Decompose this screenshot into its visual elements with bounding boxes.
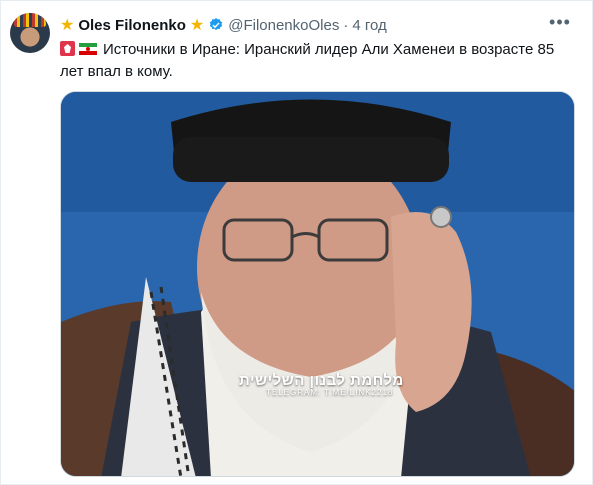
red-flag-icon <box>60 41 75 57</box>
post-time[interactable]: 4 год <box>352 17 386 34</box>
star-icon: ★ <box>189 17 205 34</box>
tweet-media-photo[interactable]: מלחמת לבנון השלישית TELEGRAM: T.ME/LINK2… <box>60 91 575 477</box>
tweet-header: ★ Oles Filonenko ★ @FilonenkoOles · 4 го… <box>60 15 387 35</box>
verified-badge-icon <box>210 18 223 31</box>
more-options-button[interactable]: ••• <box>546 11 574 33</box>
media-watermark-channel: TELEGRAM: T.ME/LINK2218 <box>266 388 394 397</box>
headdress-icon <box>14 13 46 27</box>
tweet-card[interactable]: ★ Oles Filonenko ★ @FilonenkoOles · 4 го… <box>0 0 593 485</box>
author-name[interactable]: Oles Filonenko <box>78 17 186 34</box>
photo-illustration <box>61 92 574 476</box>
media-watermark-title: מלחמת לבנון השלישית <box>239 372 404 389</box>
star-icon: ★ <box>60 17 75 34</box>
tweet-body: Источники в Иране: Иранский лидер Али Ха… <box>60 41 555 81</box>
separator-dot: · <box>343 16 349 34</box>
author-avatar[interactable] <box>10 13 50 53</box>
tweet-text: Источники в Иране: Иранский лидер Али Ха… <box>60 39 560 83</box>
iran-flag-icon <box>79 43 97 56</box>
author-handle[interactable]: @FilonenkoOles <box>228 17 339 34</box>
